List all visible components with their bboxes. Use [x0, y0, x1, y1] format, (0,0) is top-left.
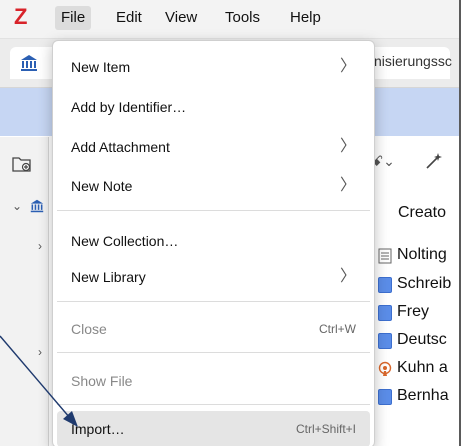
annotation-arrow-icon — [0, 335, 78, 427]
zotero-window: Z File Edit View Tools Help nisierungssc… — [0, 0, 459, 446]
